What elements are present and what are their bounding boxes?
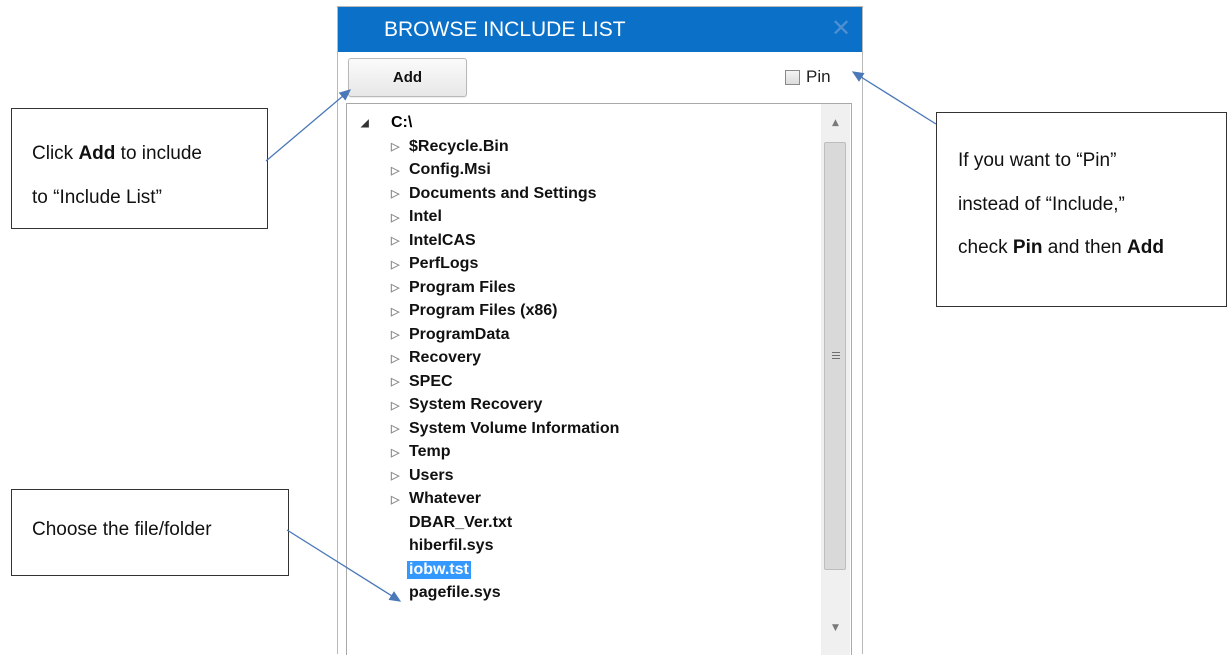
arrow-to-pin [851, 71, 937, 125]
callout-arrows [265, 71, 937, 602]
arrow-to-add [265, 89, 351, 162]
arrow-to-file [286, 529, 402, 602]
